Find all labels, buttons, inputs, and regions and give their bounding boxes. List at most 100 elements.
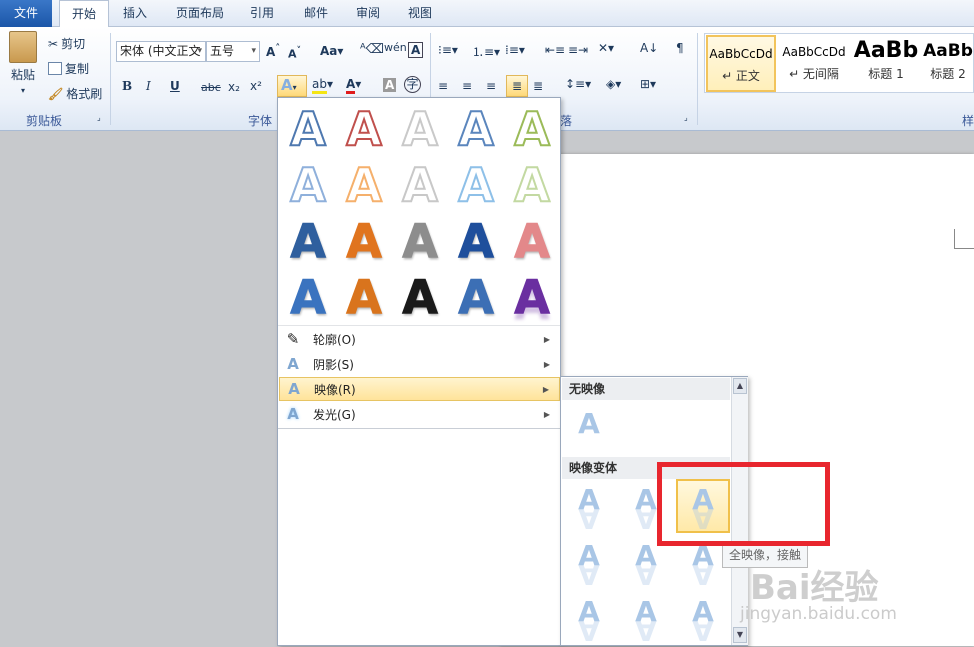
- bullets-icon[interactable]: ⁝≡▾: [438, 43, 458, 57]
- text-effect-option[interactable]: A: [398, 216, 442, 267]
- menu-item-outline[interactable]: ✎ 轮廓(O) ▶: [279, 327, 560, 351]
- font-name-value: 宋体 (中文正文: [120, 44, 201, 58]
- text-effect-option[interactable]: A: [398, 103, 442, 155]
- format-painter-button[interactable]: 🖌 格式刷: [48, 85, 102, 102]
- no-reflection-option[interactable]: A: [569, 409, 609, 455]
- align-center-icon[interactable]: ≡: [462, 79, 472, 93]
- dialog-launcher-icon[interactable]: ⌟: [684, 113, 688, 122]
- tab-view[interactable]: 视图: [398, 0, 442, 27]
- text-effect-option[interactable]: A: [510, 103, 554, 155]
- menu-item-shadow[interactable]: A 阴影(S) ▶: [279, 352, 560, 376]
- show-marks-icon[interactable]: ¶: [676, 41, 684, 55]
- menu-item-label: 轮廓(O): [313, 332, 356, 347]
- text-effects-menu: AAAAAAAAAAAAAAAAAAAA ✎ 轮廓(O) ▶ A 阴影(S) ▶…: [277, 97, 561, 646]
- text-effect-option[interactable]: A: [286, 159, 330, 211]
- font-color-icon[interactable]: A▾: [346, 77, 361, 94]
- menu-item-reflection[interactable]: A 映像(R) ▶: [279, 377, 560, 401]
- pen-outline-icon: ✎: [286, 330, 300, 348]
- increase-indent-icon[interactable]: ≡⇥: [568, 43, 588, 57]
- style-heading-2[interactable]: AaBb 标题 2: [923, 35, 973, 92]
- style-normal[interactable]: AaBbCcDd ↵ 正文: [706, 35, 776, 92]
- menu-item-glow[interactable]: A 发光(G) ▶: [279, 402, 560, 426]
- scissors-icon: ✂: [48, 36, 59, 51]
- italic-button[interactable]: I: [146, 79, 151, 93]
- font-name-combo[interactable]: 宋体 (中文正文 ▾: [116, 41, 206, 62]
- text-effect-option[interactable]: A: [454, 159, 498, 211]
- underline-button[interactable]: U: [170, 79, 180, 93]
- reflection-variant-option[interactable]: AA: [626, 597, 666, 647]
- style-sample: AaBbCcDd: [709, 47, 773, 61]
- text-effect-option[interactable]: A: [342, 103, 386, 155]
- tab-review[interactable]: 审阅: [346, 0, 390, 27]
- style-no-spacing[interactable]: AaBbCcDd ↵ 无间隔: [779, 35, 849, 92]
- reflection-variant-option[interactable]: AA: [626, 541, 666, 592]
- text-effect-option[interactable]: A: [398, 272, 442, 323]
- text-effect-option[interactable]: A: [454, 272, 498, 323]
- tab-page-layout[interactable]: 页面布局: [166, 0, 234, 27]
- reflection-variant-option[interactable]: AA: [683, 597, 723, 647]
- text-effect-option[interactable]: A: [342, 159, 386, 211]
- text-effect-option[interactable]: A: [286, 103, 330, 155]
- enclose-char-icon[interactable]: 字: [404, 76, 421, 93]
- scroll-up-icon[interactable]: ▲: [733, 378, 747, 394]
- text-effects-a-icon: A: [281, 76, 293, 94]
- reflection-variant-option[interactable]: AA: [569, 541, 609, 592]
- text-effect-option[interactable]: A: [454, 103, 498, 155]
- change-case-button[interactable]: Aa▾: [320, 44, 343, 58]
- char-border-icon[interactable]: A: [408, 42, 424, 58]
- copy-label: 复制: [65, 62, 90, 76]
- phonetic-guide-icon[interactable]: wén: [384, 41, 407, 54]
- align-right-icon[interactable]: ≡: [486, 79, 496, 93]
- grow-font-icon[interactable]: A˄: [266, 43, 280, 59]
- text-effects-button[interactable]: A▾: [277, 75, 307, 97]
- reflection-variant-option[interactable]: AA: [569, 485, 609, 536]
- cut-button[interactable]: ✂ 剪切: [48, 35, 85, 52]
- text-effect-option[interactable]: A: [510, 272, 554, 323]
- tab-file[interactable]: 文件: [0, 0, 52, 27]
- text-effect-option[interactable]: A: [342, 272, 386, 323]
- menu-item-label: 映像(R): [314, 382, 356, 397]
- bold-button[interactable]: B: [122, 79, 132, 93]
- line-spacing-icon[interactable]: ↕≡▾: [565, 77, 591, 91]
- dialog-launcher-icon[interactable]: ⌟: [97, 113, 101, 122]
- numbering-icon[interactable]: ⒈≡▾: [472, 43, 500, 60]
- distributed-icon[interactable]: ≣: [533, 79, 543, 93]
- glow-a-icon: A: [287, 405, 299, 423]
- char-shading-icon[interactable]: A: [383, 78, 397, 92]
- text-effect-option[interactable]: A: [398, 159, 442, 211]
- decrease-indent-icon[interactable]: ⇤≡: [545, 43, 565, 57]
- clear-format-icon[interactable]: ᴬ⌫: [360, 42, 384, 57]
- text-effect-option[interactable]: A: [342, 216, 386, 267]
- chevron-down-icon: ▾: [292, 83, 297, 92]
- copy-button[interactable]: 复制: [48, 60, 89, 77]
- highlight-color-icon[interactable]: ab▾: [312, 77, 333, 94]
- shrink-font-icon[interactable]: A˅: [288, 45, 301, 61]
- reflection-variant-option[interactable]: AA: [683, 541, 723, 592]
- text-effect-option[interactable]: A: [510, 216, 554, 267]
- paste-label: 粘贴: [10, 68, 35, 82]
- reflection-variant-option[interactable]: AA: [569, 597, 609, 647]
- menu-bottom-border: [278, 428, 560, 429]
- superscript-button[interactable]: x²: [250, 79, 262, 93]
- multilevel-list-icon[interactable]: ⁞≡▾: [505, 43, 525, 57]
- text-effect-option[interactable]: A: [286, 272, 330, 323]
- reflection-a-icon: A: [288, 380, 300, 398]
- borders-icon[interactable]: ⊞▾: [640, 77, 656, 91]
- chinese-layout-icon[interactable]: ✕▾: [598, 41, 614, 55]
- tab-insert[interactable]: 插入: [113, 0, 157, 27]
- text-effect-option[interactable]: A: [286, 216, 330, 267]
- paste-button[interactable]: 粘贴 ▾: [6, 31, 40, 95]
- text-effect-option[interactable]: A: [454, 216, 498, 267]
- style-heading-1[interactable]: AaBb 标题 1: [853, 35, 919, 92]
- tab-mailings[interactable]: 邮件: [294, 0, 338, 27]
- align-left-icon[interactable]: ≡: [438, 79, 448, 93]
- tab-references[interactable]: 引用: [240, 0, 284, 27]
- strikethrough-button[interactable]: abc: [201, 81, 221, 94]
- justify-icon[interactable]: ≣: [506, 75, 528, 97]
- tab-home[interactable]: 开始: [59, 0, 109, 28]
- sort-icon[interactable]: A↓: [640, 41, 658, 55]
- subscript-button[interactable]: x₂: [228, 80, 240, 94]
- font-size-combo[interactable]: 五号 ▾: [206, 41, 260, 62]
- text-effect-option[interactable]: A: [510, 159, 554, 211]
- shading-bucket-icon[interactable]: ◈▾: [606, 77, 621, 91]
